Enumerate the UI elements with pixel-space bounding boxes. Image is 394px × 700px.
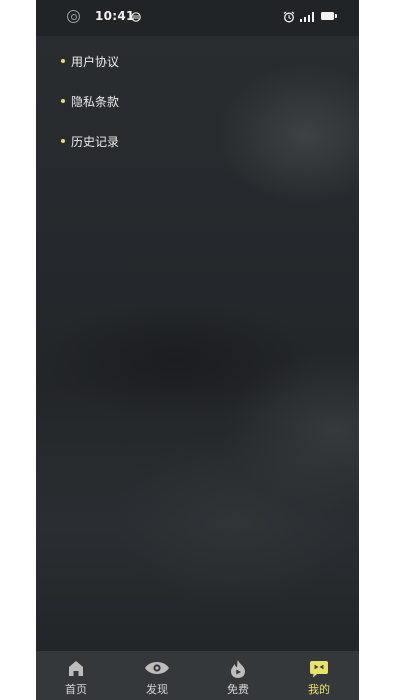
flame-play-icon [231,660,245,678]
alarm-icon [283,11,295,23]
home-icon [69,661,83,676]
status-bar: 10:41 [36,0,359,36]
menu-item-privacy-policy[interactable]: 隐私条款 [36,82,359,122]
nav-tab-discover[interactable]: 发现 [117,651,197,700]
nav-tab-label: 免费 [227,683,249,696]
nav-tab-free[interactable]: 免费 [198,651,278,700]
menu-item-label: 用户协议 [71,55,120,69]
status-time: 10:41 [95,9,135,23]
nav-tab-label: 发现 [146,683,168,696]
nav-tab-label: 我的 [308,683,330,696]
phone-screen: 10:41 用户协议 隐私条款 历史记录 首页 发现 免费 我的 [36,0,359,700]
nav-tab-home[interactable]: 首页 [36,651,116,700]
smiley-chat-icon [310,661,328,678]
bullet-dot [61,59,65,63]
bottom-nav: 首页 发现 免费 我的 [36,651,359,700]
signal-icon [300,12,314,22]
menu-item-label: 历史记录 [71,135,120,149]
battery-icon [321,12,337,20]
network-icon [131,12,141,22]
menu-item-user-agreement[interactable]: 用户协议 [36,42,359,82]
menu-item-history[interactable]: 历史记录 [36,122,359,162]
nav-tab-mine[interactable]: 我的 [279,651,359,700]
notification-ring-icon [67,10,80,23]
bullet-dot [61,139,65,143]
menu-item-label: 隐私条款 [71,95,120,109]
bullet-dot [61,99,65,103]
nav-tab-label: 首页 [65,683,87,696]
eye-icon [145,662,169,674]
